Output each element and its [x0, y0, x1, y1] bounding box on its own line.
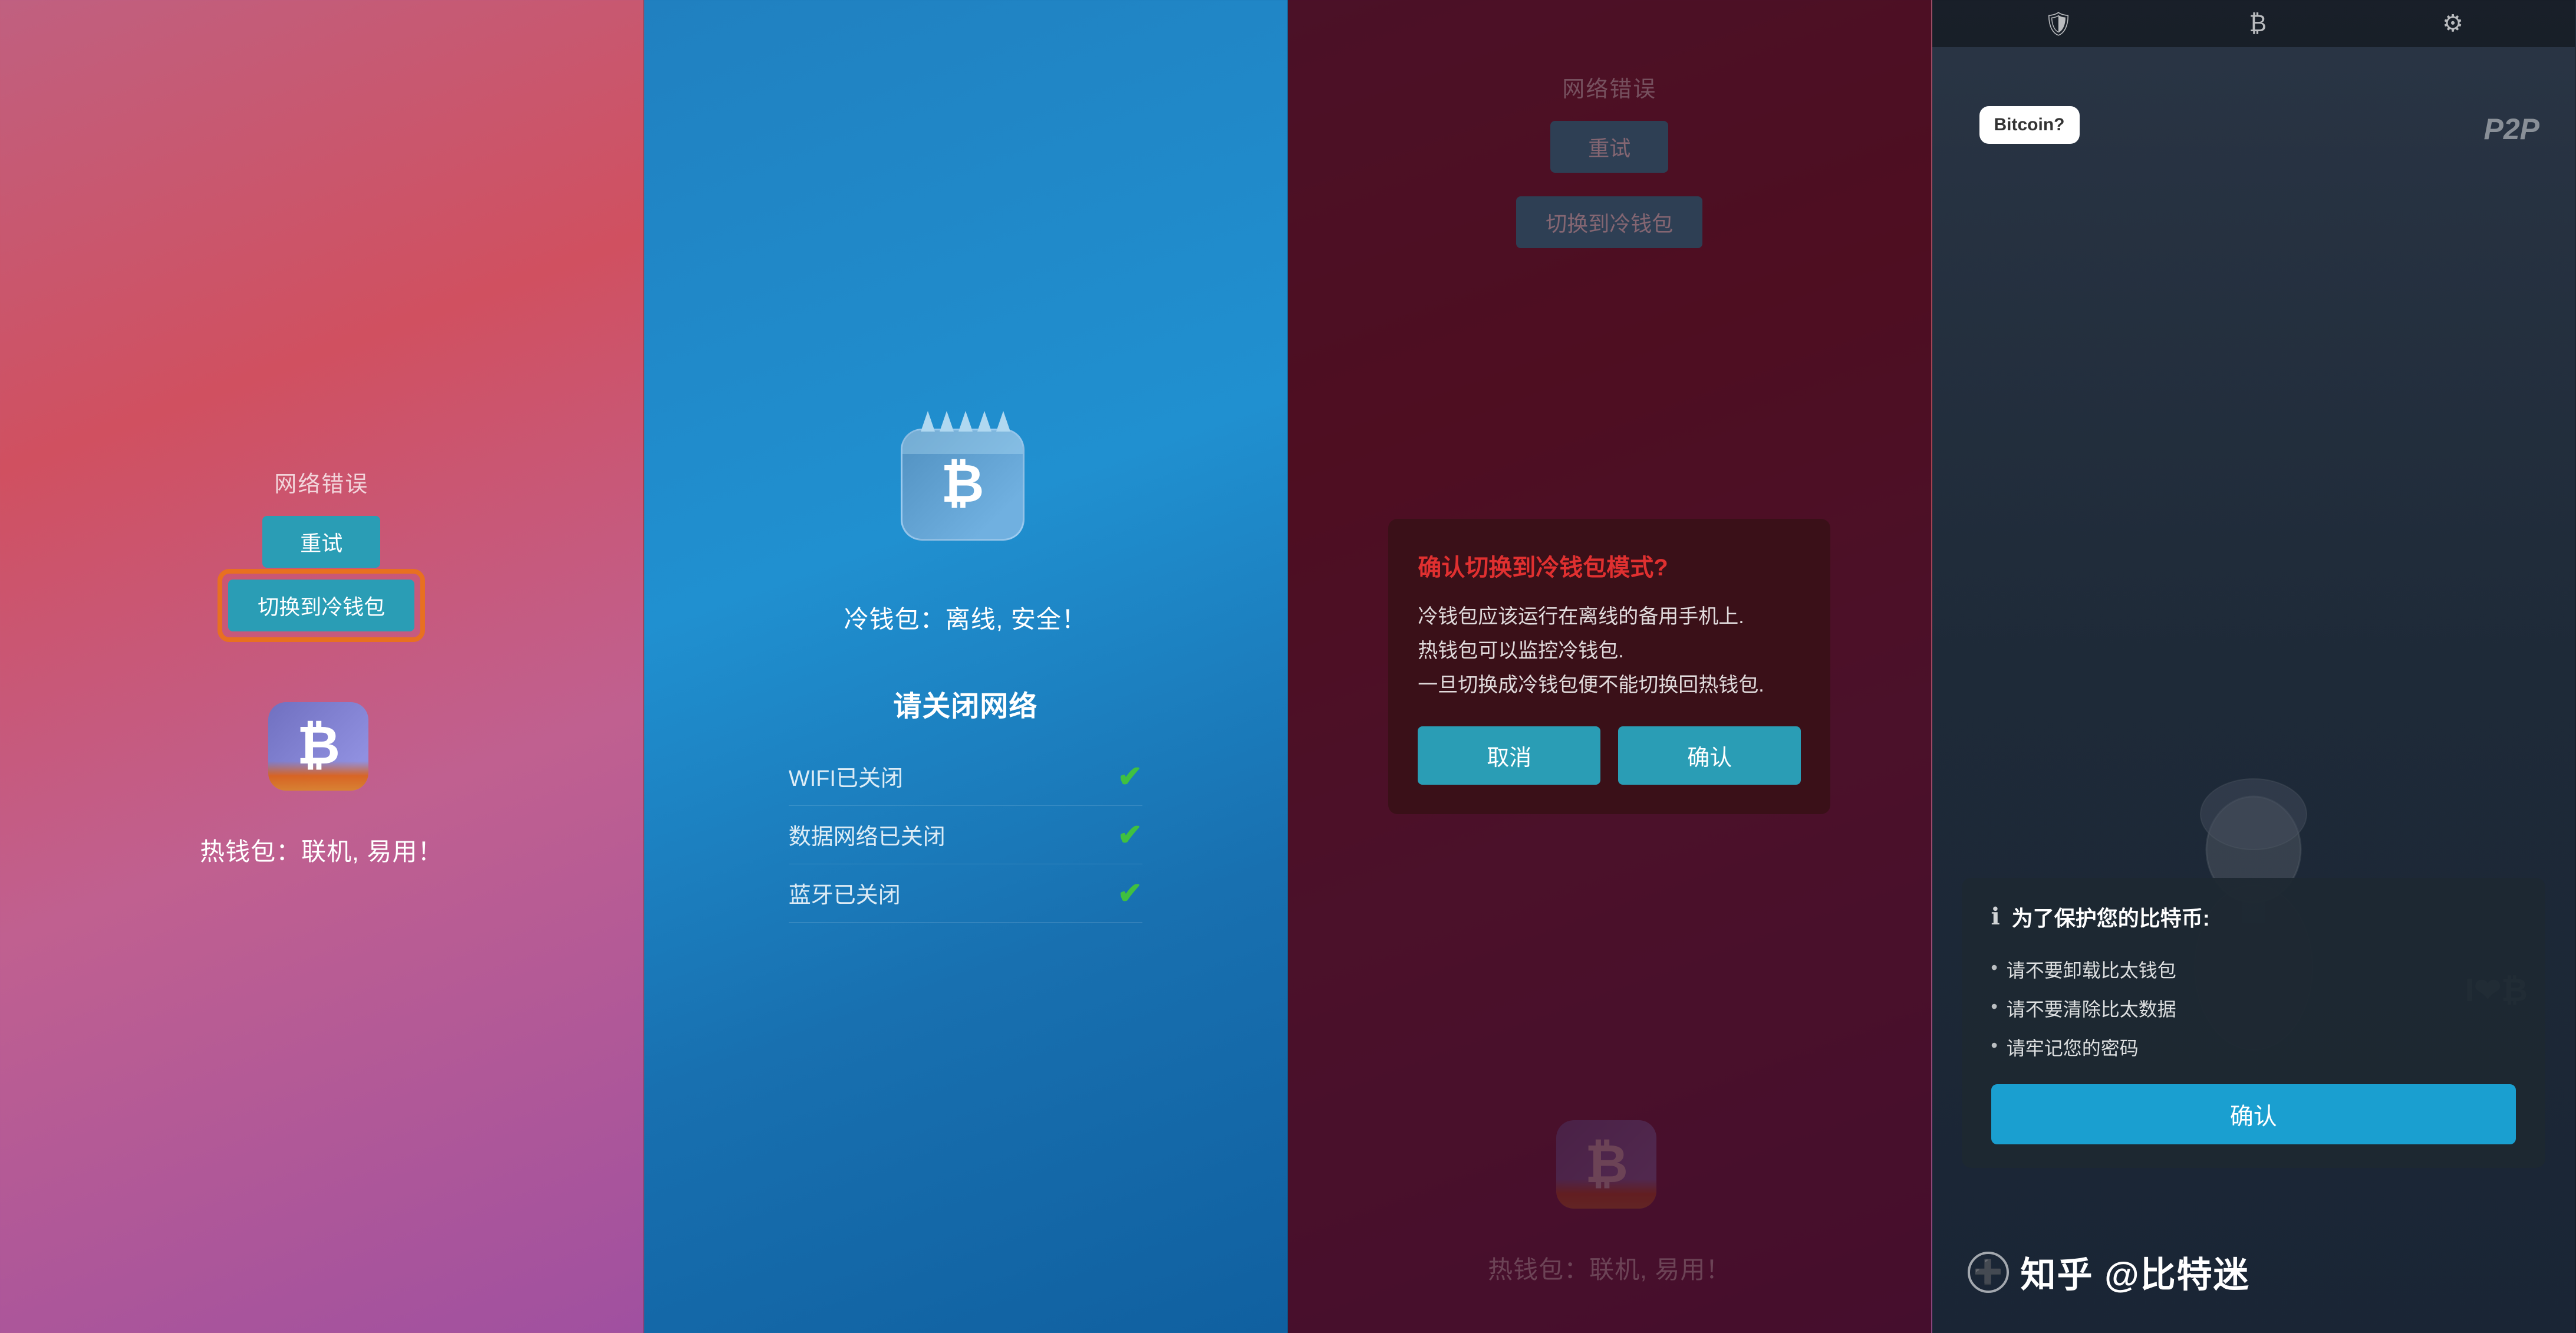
plus-icon-symbol: ➕	[1974, 1258, 2003, 1286]
watermark-text: 知乎 @比特迷	[2021, 1246, 2250, 1298]
wifi-item: WIFI已关闭 ✔	[789, 748, 1142, 806]
cold-icon-body: ₿	[901, 429, 1025, 541]
switch-cold-button-1[interactable]: 切换到冷钱包	[228, 580, 414, 631]
bubble-bitcoin: Bitcoin?	[1979, 106, 2080, 144]
hot-wallet-icon: ₿	[268, 702, 374, 808]
dialog-buttons: 取消 确认	[1418, 726, 1801, 785]
plus-icon: ➕	[1968, 1252, 2009, 1293]
bitcoin-tab-icon[interactable]: ₿	[2249, 11, 2267, 37]
confirm-dialog: 确认切换到冷钱包模式? 冷钱包应该运行在离线的备用手机上. 热钱包可以监控冷钱包…	[1388, 519, 1830, 814]
protection-item-1: 请不要卸载比太钱包	[1991, 950, 2516, 989]
shield-icon[interactable]: 🛡	[2044, 10, 2074, 38]
protection-dialog: ℹ 为了保护您的比特币: 请不要卸载比太钱包 请不要清除比太数据 请牢记您的密码…	[1962, 878, 2546, 1168]
cold-wallet-caption: 冷钱包：离线, 安全！	[844, 600, 1087, 636]
panel-cold-wallet-confirm: 网络错误 重试 切换到冷钱包 ₿ 热钱包：联机, 易用！ 确认切换到冷钱包模式?…	[1288, 0, 1932, 1333]
protection-list: 请不要卸载比太钱包 请不要清除比太数据 请牢记您的密码	[1991, 950, 2516, 1067]
protection-title: 为了保护您的比特币:	[2012, 901, 2210, 932]
top-bar: 🛡 ₿ ⚙	[1932, 0, 2575, 47]
retry-button-1[interactable]: 重试	[262, 516, 380, 568]
wifi-check: ✔	[1118, 759, 1142, 794]
dialog-title: 确认切换到冷钱包模式?	[1418, 548, 1801, 582]
protection-confirm-button[interactable]: 确认	[1991, 1084, 2516, 1144]
data-item: 数据网络已关闭 ✔	[789, 806, 1142, 864]
wifi-label: WIFI已关闭	[789, 760, 903, 792]
dialog-line1: 冷钱包应该运行在离线的备用手机上.	[1418, 605, 1744, 628]
bubble-bitcoin-text: Bitcoin?	[1994, 115, 2065, 134]
bluetooth-check: ✔	[1118, 876, 1142, 910]
bluetooth-item: 蓝牙已关闭 ✔	[789, 864, 1142, 923]
gear-icon[interactable]: ⚙	[2442, 10, 2463, 37]
dialog-line2: 热钱包可以监控冷钱包.	[1418, 640, 1623, 662]
watermark-area: ➕ 知乎 @比特迷	[1968, 1246, 2575, 1298]
data-label: 数据网络已关闭	[789, 818, 946, 851]
protection-header: ℹ 为了保护您的比特币:	[1991, 901, 2516, 932]
bluetooth-label: 蓝牙已关闭	[789, 877, 901, 909]
panel-protection-info: 🛡 ₿ ⚙ Bitcoin?	[1932, 0, 2576, 1333]
ice-spike-1	[921, 411, 935, 432]
protection-item-3: 请牢记您的密码	[1991, 1028, 2516, 1067]
dialog-overlay: 确认切换到冷钱包模式? 冷钱包应该运行在离线的备用手机上. 热钱包可以监控冷钱包…	[1288, 0, 1931, 1333]
hot-wallet-caption-1: 热钱包：联机, 易用！	[200, 832, 443, 868]
bitcoin-symbol-2: ₿	[941, 454, 984, 515]
data-check: ✔	[1118, 818, 1142, 852]
p2p-text: P2P	[2483, 113, 2539, 146]
ice-spike-3	[958, 411, 973, 432]
network-header: 请关闭网络	[893, 683, 1037, 724]
protection-item-2: 请不要清除比太数据	[1991, 989, 2516, 1028]
panel-hot-wallet-error: 网络错误 重试 切换到冷钱包 ₿ 热钱包：联机, 易用！	[0, 0, 644, 1333]
ice-spike-4	[977, 411, 991, 432]
cold-wallet-icon: ₿	[901, 429, 1030, 558]
network-list: WIFI已关闭 ✔ 数据网络已关闭 ✔ 蓝牙已关闭 ✔	[789, 748, 1142, 923]
protection-text-3: 请牢记您的密码	[2007, 1034, 2139, 1061]
cancel-button[interactable]: 取消	[1418, 726, 1600, 785]
dialog-body: 冷钱包应该运行在离线的备用手机上. 热钱包可以监控冷钱包. 一旦切换成冷钱包便不…	[1418, 600, 1801, 702]
protection-text-2: 请不要清除比太数据	[2007, 995, 2176, 1022]
ice-spikes	[921, 411, 1010, 432]
ice-spike-2	[940, 411, 954, 432]
panel-cold-wallet-setup: ₿ 冷钱包：离线, 安全！ 请关闭网络 WIFI已关闭 ✔ 数据网络已关闭 ✔ …	[644, 0, 1289, 1333]
dialog-line3: 一旦切换成冷钱包便不能切换回热钱包.	[1418, 674, 1764, 696]
confirm-button[interactable]: 确认	[1618, 726, 1801, 785]
cold-wallet-icon-wrapper: ₿	[901, 411, 1030, 582]
info-icon: ℹ	[1991, 903, 2000, 930]
icon-body: ₿	[268, 702, 368, 791]
bubble-p2p: P2P	[2483, 112, 2539, 146]
error-label-1: 网络错误	[274, 466, 368, 498]
bitcoin-symbol-1: ₿	[297, 716, 340, 776]
ice-spike-5	[996, 411, 1010, 432]
protection-text-1: 请不要卸载比太钱包	[2007, 956, 2176, 983]
switch-cold-wrapper: 切换到冷钱包	[228, 580, 414, 631]
